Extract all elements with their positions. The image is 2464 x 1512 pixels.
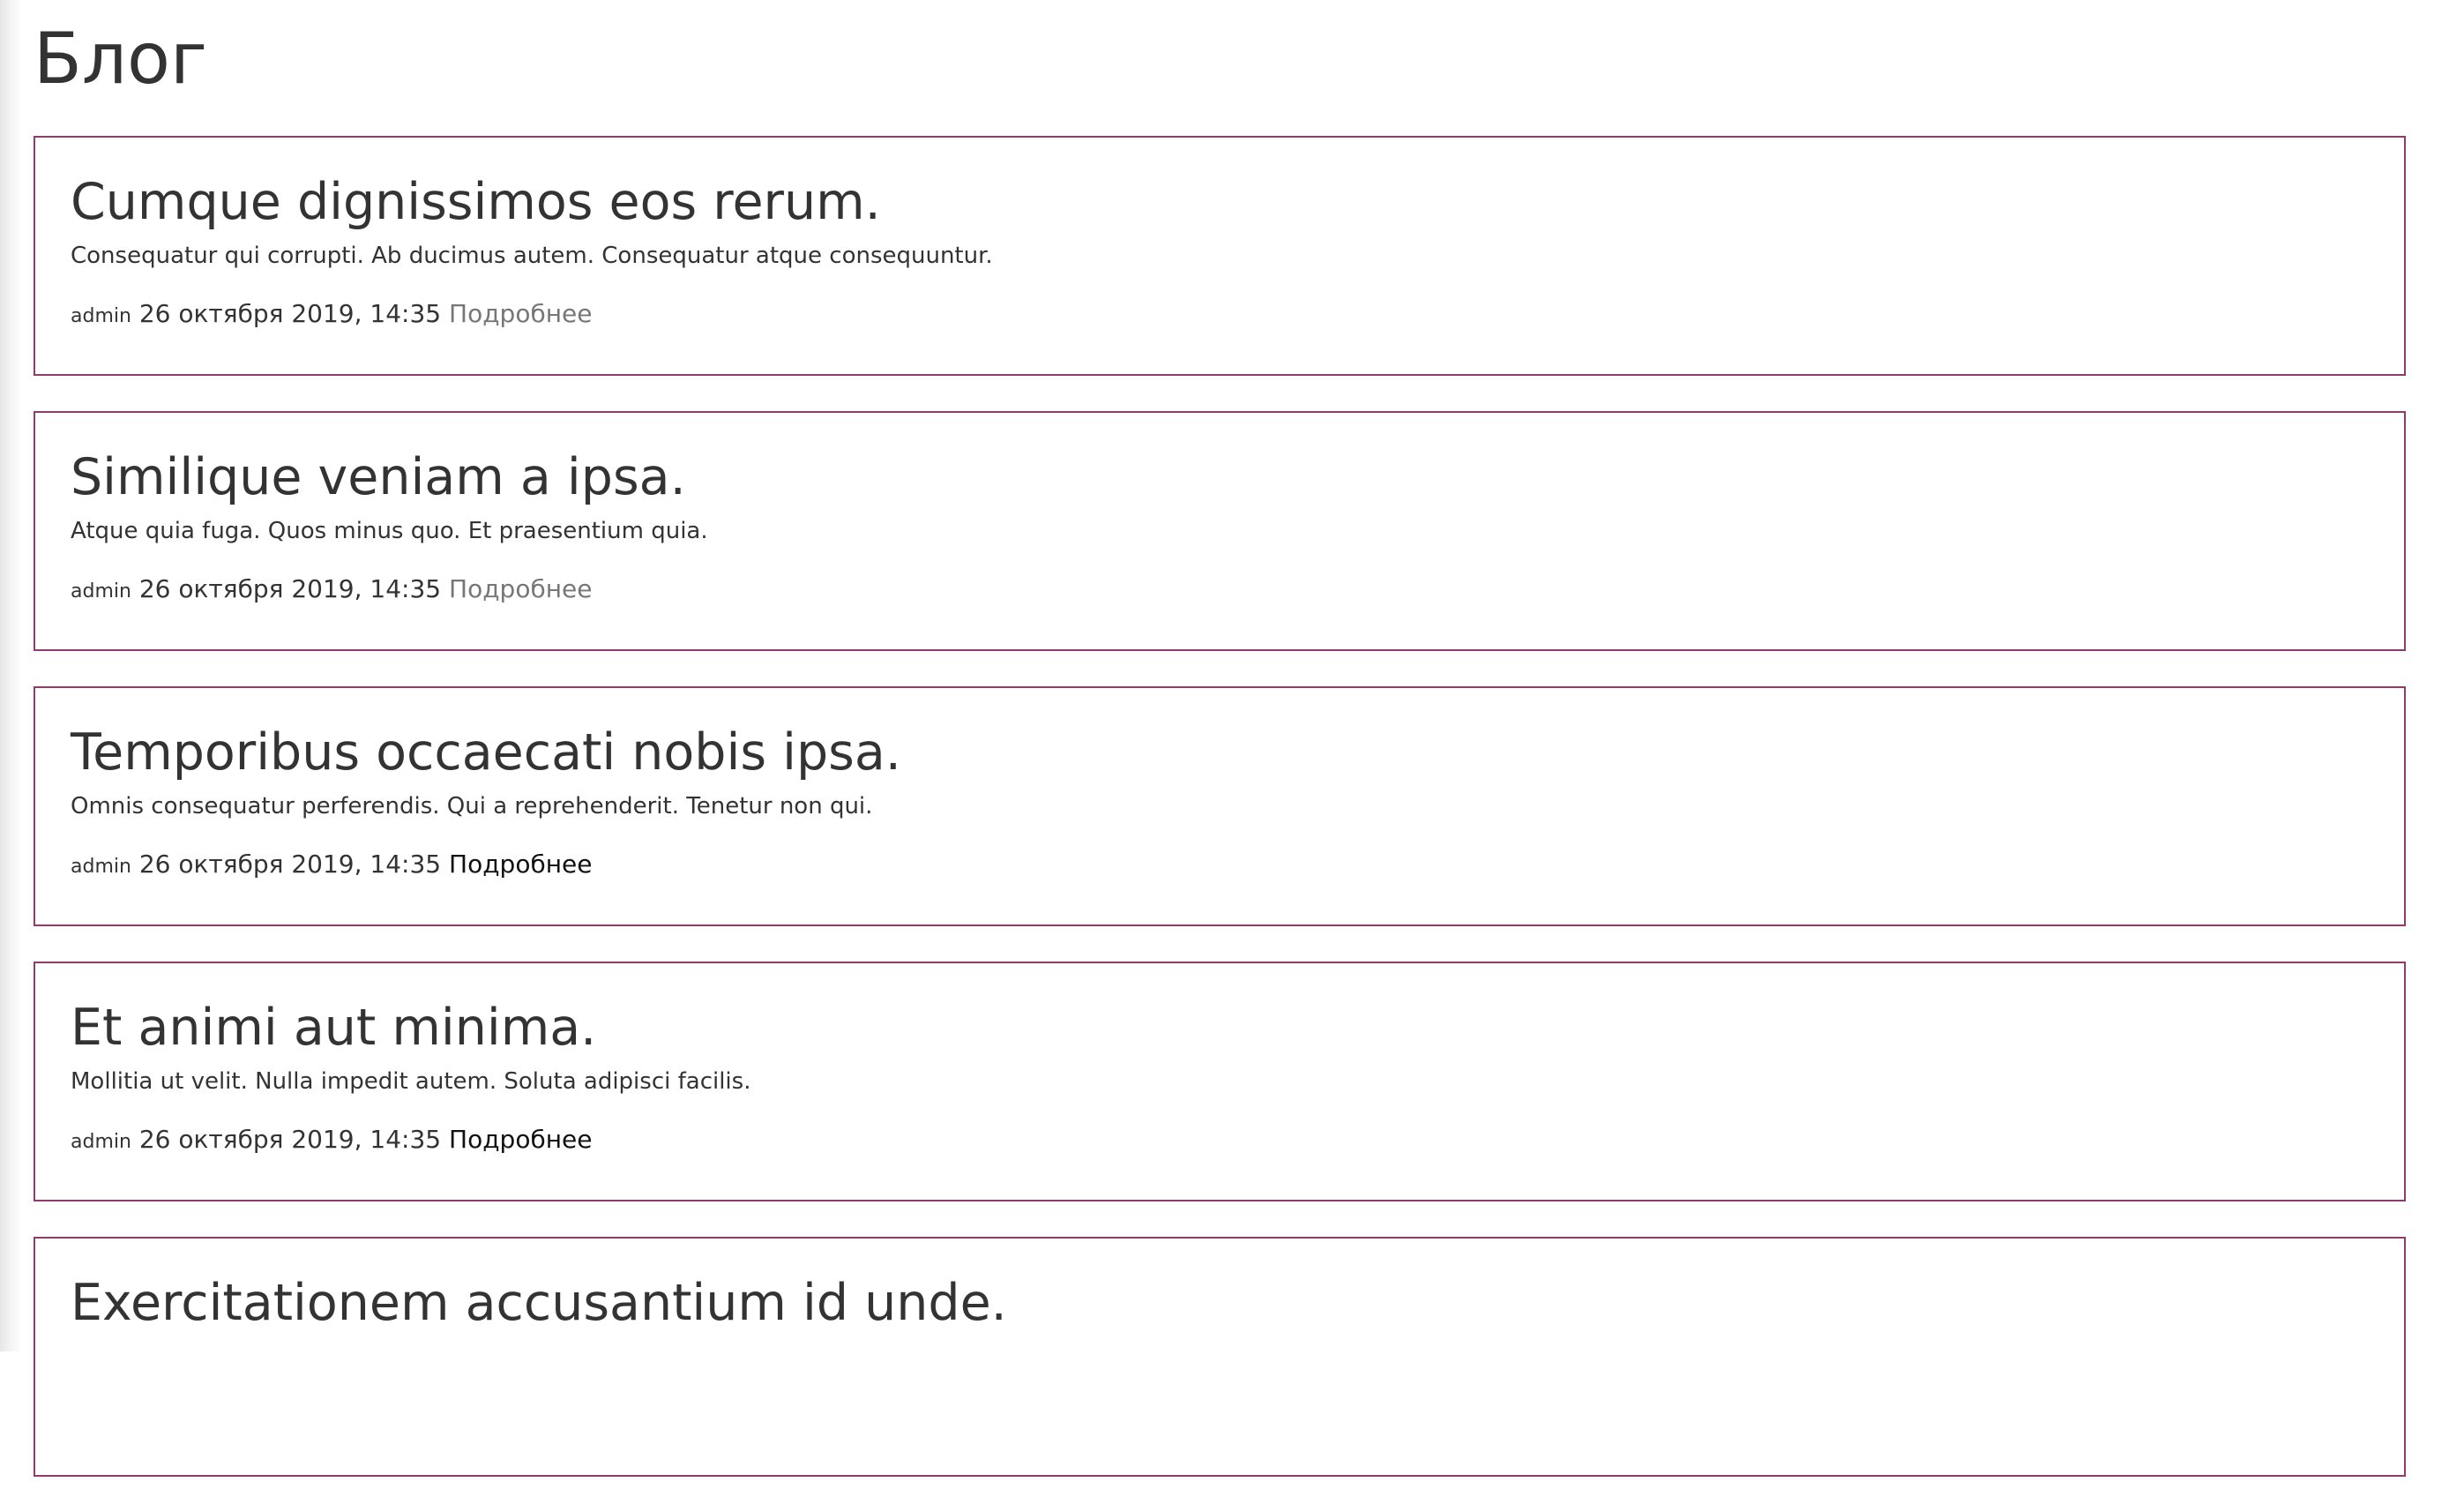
post-author: admin: [71, 1131, 131, 1153]
left-edge-shadow: [0, 0, 23, 1351]
page-title: Блог: [34, 18, 207, 100]
post-list: Cumque dignissimos eos rerum. Consequatu…: [34, 136, 2406, 1477]
post-date: 26 октября 2019, 14:35: [138, 850, 442, 879]
post-card: Similique veniam a ipsa. Atque quia fuga…: [34, 411, 2406, 651]
post-title: Et animi aut minima.: [71, 999, 597, 1057]
post-author: admin: [71, 580, 131, 603]
post-date: 26 октября 2019, 14:35: [138, 574, 442, 603]
post-title: Cumque dignissimos eos rerum.: [71, 173, 881, 231]
post-author: admin: [71, 856, 131, 878]
post-meta: admin 26 октября 2019, 14:35 Подробнее: [71, 298, 2369, 333]
post-meta: admin 26 октября 2019, 14:35 Подробнее: [71, 849, 2369, 883]
post-card: Cumque dignissimos eos rerum. Consequatu…: [34, 136, 2406, 376]
post-title: Similique veniam a ipsa.: [71, 448, 686, 506]
post-excerpt: Mollitia ut velit. Nulla impedit autem. …: [71, 1068, 751, 1095]
post-excerpt: Omnis consequatur perferendis. Qui a rep…: [71, 793, 873, 820]
read-more-link[interactable]: Подробнее: [449, 850, 592, 879]
post-excerpt: Atque quia fuga. Quos minus quo. Et prae…: [71, 518, 708, 544]
post-card: Et animi aut minima. Mollitia ut velit. …: [34, 962, 2406, 1201]
post-date: 26 октября 2019, 14:35: [138, 1125, 442, 1154]
post-author: admin: [71, 305, 131, 327]
post-title: Temporibus occaecati nobis ipsa.: [71, 723, 901, 782]
post-date: 26 октября 2019, 14:35: [138, 299, 442, 328]
read-more-link[interactable]: Подробнее: [449, 299, 592, 328]
post-title: Exercitationem accusantium id unde.: [71, 1274, 1007, 1332]
post-excerpt: Consequatur qui corrupti. Ab ducimus aut…: [71, 243, 993, 269]
post-meta: admin 26 октября 2019, 14:35 Подробнее: [71, 573, 2369, 608]
post-card: Exercitationem accusantium id unde.: [34, 1237, 2406, 1477]
read-more-link[interactable]: Подробнее: [449, 1125, 592, 1154]
read-more-link[interactable]: Подробнее: [449, 574, 592, 603]
blog-page: Блог Cumque dignissimos eos rerum. Conse…: [34, 0, 2406, 1512]
post-card: Temporibus occaecati nobis ipsa. Omnis c…: [34, 686, 2406, 926]
post-meta: admin 26 октября 2019, 14:35 Подробнее: [71, 1124, 2369, 1158]
